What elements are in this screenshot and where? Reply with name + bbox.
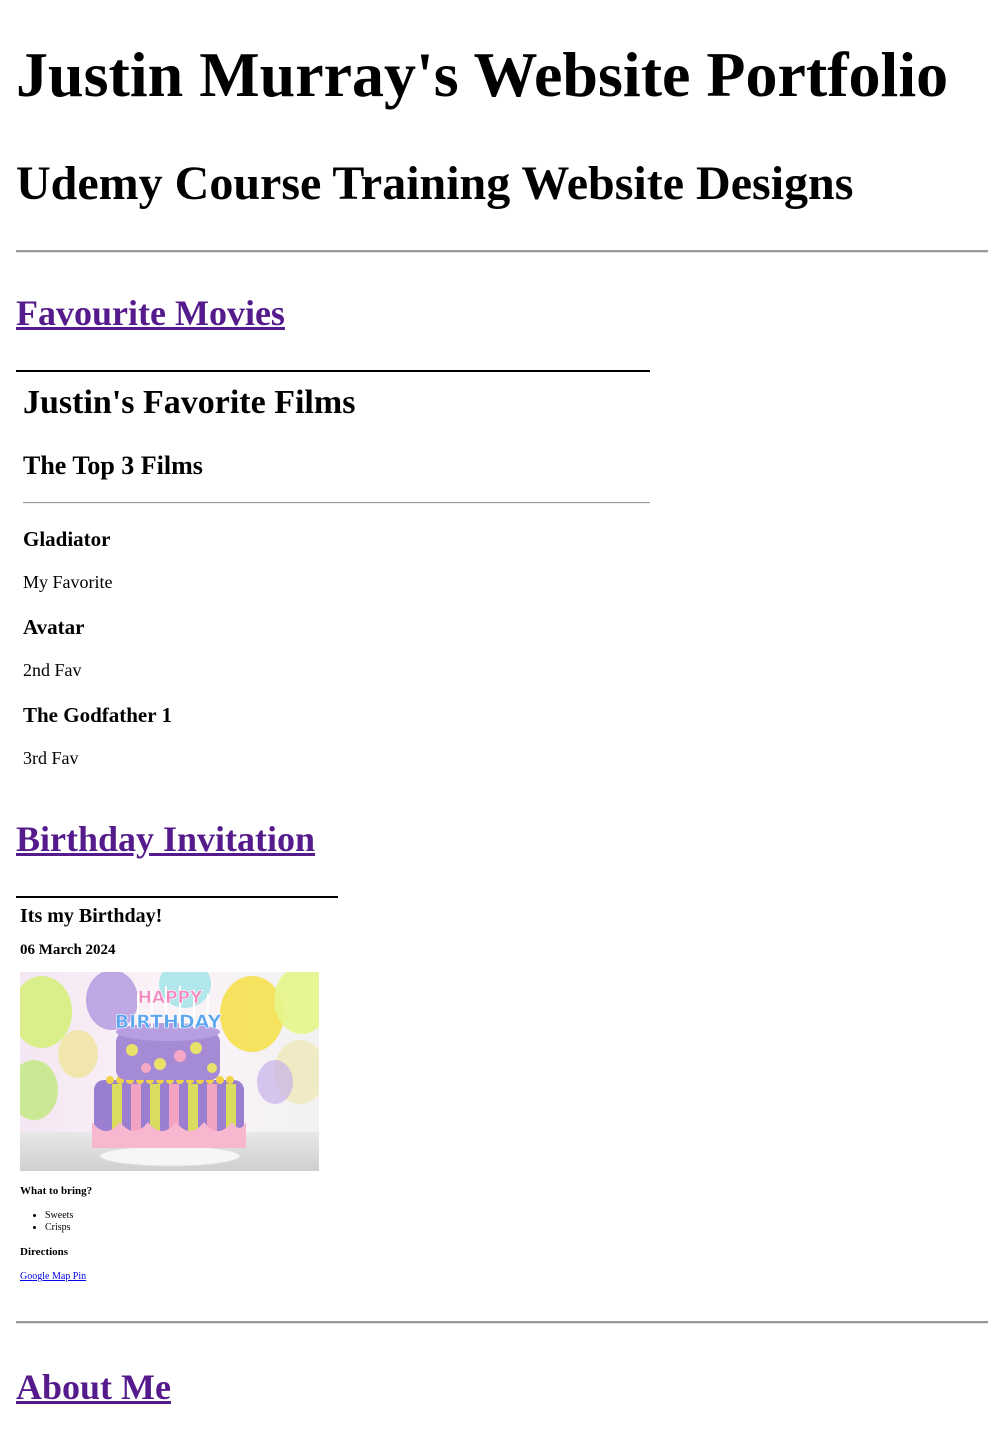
film-note: 3rd Fav xyxy=(23,748,79,768)
film-title: Avatar xyxy=(23,615,85,639)
page-title: Justin Murray's Website Portfolio xyxy=(16,39,949,110)
film-title: The Godfather 1 xyxy=(23,703,172,727)
favourite-movies-link[interactable]: Favourite Movies xyxy=(16,292,285,334)
svg-text:BIRTHDAY: BIRTHDAY xyxy=(115,1011,222,1033)
directions-heading: Directions xyxy=(20,1246,69,1258)
google-map-link[interactable]: Google Map Pin xyxy=(20,1271,86,1283)
about-me-link[interactable]: About Me xyxy=(16,1366,171,1408)
divider xyxy=(16,250,988,253)
birthday-frame-top-border xyxy=(16,896,338,898)
movies-divider xyxy=(23,502,650,504)
film-note: My Favorite xyxy=(23,572,113,592)
birthday-cake-image: HAPPY BIRTHDAY xyxy=(20,972,319,1171)
film-title: Gladiator xyxy=(23,527,111,551)
divider xyxy=(16,1321,988,1324)
movies-heading: Justin's Favorite Films xyxy=(23,384,356,421)
film-note: 2nd Fav xyxy=(23,660,82,680)
movies-subheading: The Top 3 Films xyxy=(23,451,203,480)
birthday-heading: Its my Birthday! xyxy=(20,905,163,927)
bring-list: Sweets Crisps xyxy=(20,1210,73,1234)
page-subtitle: Udemy Course Training Website Designs xyxy=(16,157,854,210)
birthday-invitation-link[interactable]: Birthday Invitation xyxy=(16,818,315,860)
list-item: Sweets xyxy=(45,1210,73,1222)
movies-frame-top-border xyxy=(16,370,650,372)
bring-heading: What to bring? xyxy=(20,1185,93,1197)
list-item: Crisps xyxy=(45,1222,73,1234)
birthday-date: 06 March 2024 xyxy=(20,942,116,958)
svg-text:HAPPY: HAPPY xyxy=(138,988,203,1008)
